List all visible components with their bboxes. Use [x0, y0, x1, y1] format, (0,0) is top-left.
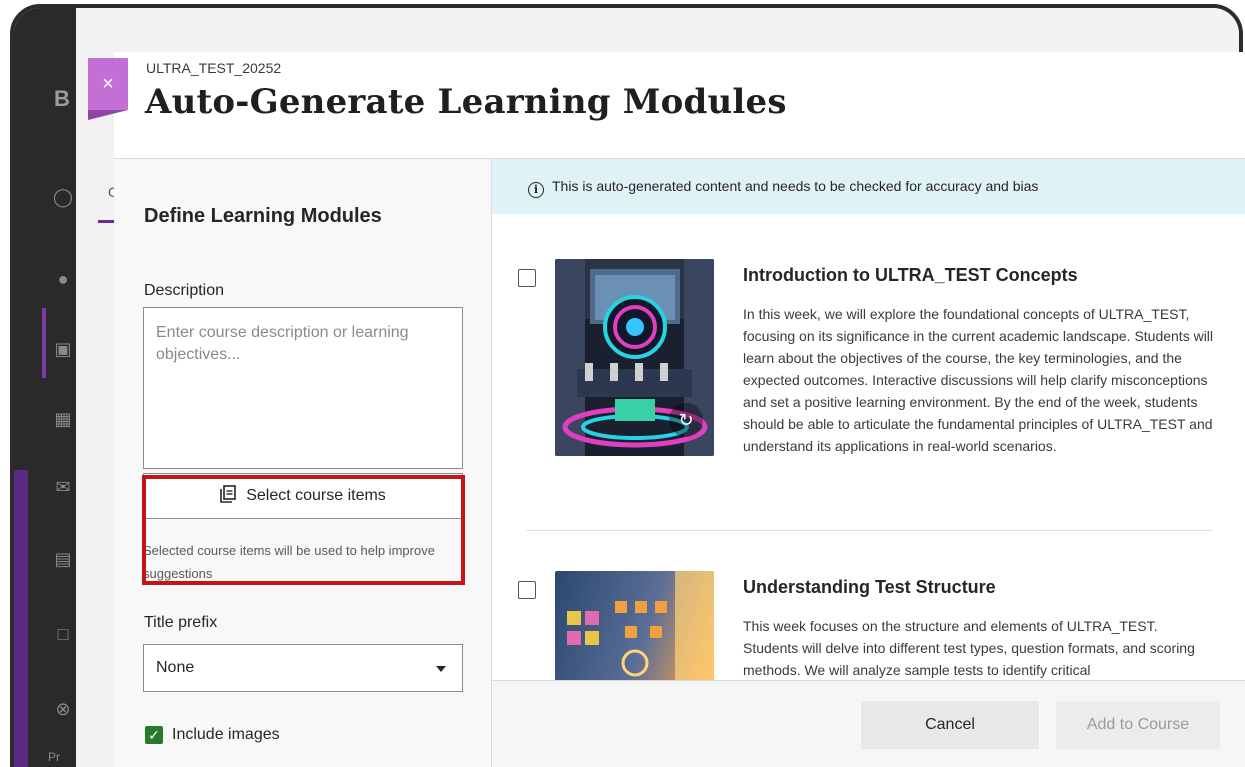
title-prefix-select[interactable]: None — [143, 644, 463, 692]
document-icon — [220, 485, 236, 503]
course-id: ULTRA_TEST_20252 — [146, 60, 282, 76]
info-banner: i This is auto-generated content and need… — [492, 159, 1245, 214]
description-label: Description — [144, 282, 225, 299]
add-to-course-button[interactable]: Add to Course — [1056, 701, 1220, 749]
title-prefix-label: Title prefix — [144, 614, 218, 631]
module-checkbox[interactable] — [518, 269, 536, 287]
privacy-text: Pr — [48, 750, 60, 764]
module-description: This week focuses on the structure and e… — [743, 618, 1195, 678]
app-logo: B — [54, 86, 70, 111]
user-icon: ◯ — [52, 187, 74, 207]
info-banner-text: This is auto-generated content and needs… — [552, 178, 1039, 194]
chevron-down-icon — [436, 666, 446, 672]
module-title: Understanding Test Structure — [743, 577, 996, 597]
module-title: Introduction to ULTRA_TEST Concepts — [743, 265, 1078, 285]
signout-icon: ⊗ — [55, 699, 71, 719]
module-separator — [526, 530, 1212, 531]
generated-modules-panel: i This is auto-generated content and need… — [492, 159, 1245, 767]
calendar-icon: ▦ — [54, 409, 72, 429]
close-icon[interactable]: × — [88, 58, 128, 120]
messages-icon: ✉ — [55, 477, 71, 497]
info-icon: i — [528, 182, 544, 198]
regenerate-icon[interactable]: ↻ — [669, 403, 703, 437]
select-items-note: Selected course items will be used to he… — [143, 543, 435, 581]
tools-icon: □ — [57, 624, 69, 644]
courses-icon: ▣ — [54, 339, 72, 359]
select-items-note-wrapper: Selected course items will be used to he… — [143, 534, 463, 582]
select-course-items-button[interactable]: Select course items — [143, 473, 463, 519]
page-title: Auto-Generate Learning Modules — [145, 82, 787, 122]
module-image: ↻ — [555, 259, 714, 456]
background-purple-strip — [14, 470, 28, 767]
include-images-label: Include images — [172, 726, 280, 743]
title-prefix-value: None — [156, 659, 195, 676]
nav-active-indicator — [42, 308, 46, 378]
module-checkbox[interactable] — [518, 581, 536, 599]
define-modules-heading: Define Learning Modules — [144, 205, 382, 227]
cancel-button[interactable]: Cancel — [861, 701, 1039, 749]
module-description: In this week, we will explore the founda… — [743, 306, 1214, 454]
globe-icon: ● — [57, 269, 69, 289]
include-images-checkbox[interactable]: ✓ — [145, 726, 163, 744]
auto-generate-modal: ULTRA_TEST_20252 Auto-Generate Learning … — [114, 52, 1245, 767]
description-textarea[interactable]: Enter course description or learning obj… — [143, 307, 463, 469]
grades-icon: ▤ — [54, 549, 72, 569]
select-course-items-label: Select course items — [246, 487, 386, 504]
define-modules-panel: Define Learning Modules Description Ente… — [114, 159, 492, 767]
modal-footer: Cancel Add to Course — [492, 680, 1245, 767]
